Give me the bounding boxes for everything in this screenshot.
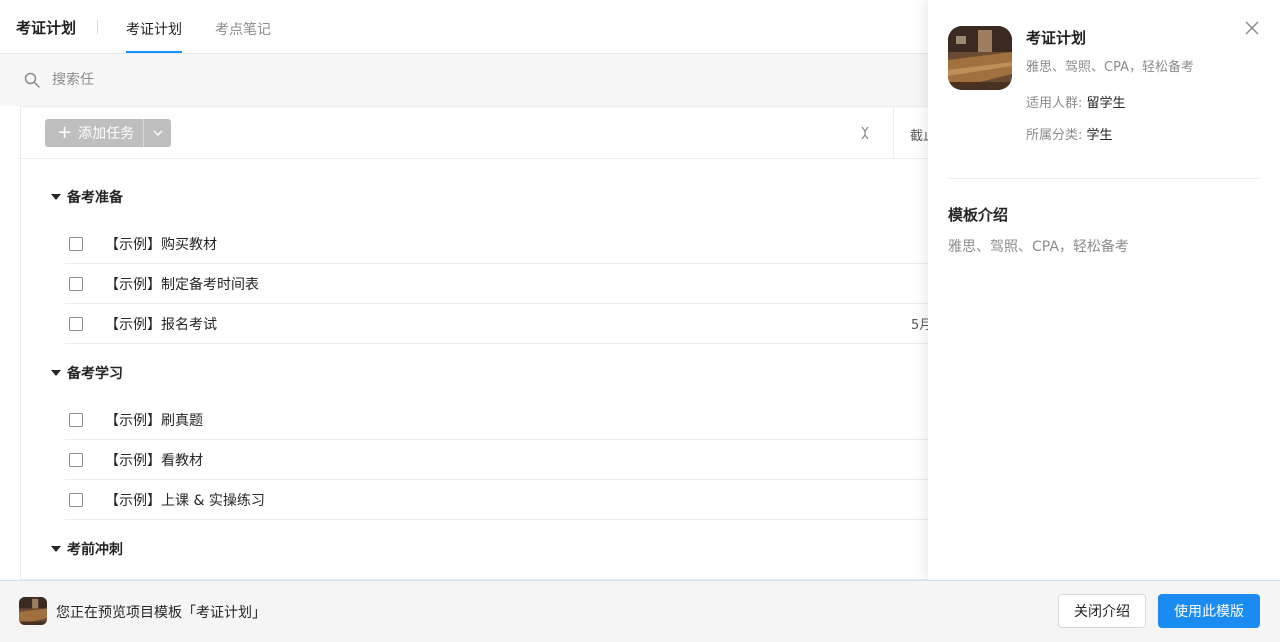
active-tab-indicator	[126, 51, 182, 53]
caret-down-icon	[51, 370, 61, 376]
search-icon	[24, 72, 40, 88]
group-name: 备考准备	[67, 190, 123, 206]
category-value: 学生	[1086, 128, 1113, 143]
task-toolbar: + 添加任务 截止	[21, 107, 928, 159]
group-header[interactable]: 考前冲刺	[51, 539, 123, 559]
task-checkbox[interactable]	[69, 452, 83, 467]
preview-notice: 您正在预览项目模板「考证计划」	[56, 605, 266, 621]
group-header[interactable]: 备考准备	[51, 187, 123, 207]
panel-divider	[948, 178, 1260, 179]
task-row[interactable]: 【示例】刷真题	[65, 400, 928, 440]
header-divider	[97, 20, 98, 34]
template-thumbnail	[948, 26, 1012, 90]
close-icon[interactable]	[1244, 20, 1260, 36]
audience-label: 适用人群:	[1026, 96, 1087, 111]
app-window: 考证计划 考证计划 考点笔记 + 添加任务	[0, 0, 1280, 642]
search-input[interactable]	[52, 70, 452, 90]
close-intro-button[interactable]: 关闭介绍	[1058, 594, 1146, 628]
preview-footer: 您正在预览项目模板「考证计划」 关闭介绍 使用此模版	[0, 580, 1280, 642]
template-title: 考证计划	[1026, 29, 1087, 47]
task-list-card: + 添加任务 截止 备考准备	[20, 106, 928, 580]
task-title: 【示例】刷真题	[105, 412, 203, 429]
task-row[interactable]: 【示例】报名考试 5月	[65, 304, 928, 344]
use-template-button[interactable]: 使用此模版	[1158, 594, 1260, 628]
group-name: 考前冲刺	[67, 542, 123, 558]
tab-notes[interactable]: 考点笔记	[215, 19, 271, 39]
task-title: 【示例】上课 & 实操练习	[105, 492, 265, 509]
template-category: 所属分类: 学生	[1026, 124, 1113, 143]
task-checkbox[interactable]	[69, 316, 83, 331]
template-thumbnail-small	[19, 597, 47, 625]
task-checkbox[interactable]	[69, 492, 83, 507]
task-row[interactable]: 【示例】看教材	[65, 440, 928, 480]
search-bar	[0, 54, 928, 106]
task-row[interactable]: 【示例】制定备考时间表	[65, 264, 928, 304]
audience-value: 留学生	[1086, 96, 1126, 111]
task-checkbox[interactable]	[69, 236, 83, 251]
tab-plan[interactable]: 考证计划	[126, 19, 182, 39]
chevron-down-icon	[153, 130, 162, 136]
task-row[interactable]: 【示例】购买教材	[65, 224, 928, 264]
task-row[interactable]: 【示例】上课 & 实操练习	[65, 480, 928, 520]
intro-text: 雅思、驾照、CPA，轻松备考	[948, 239, 1129, 255]
column-divider	[893, 107, 894, 159]
plus-icon: +	[57, 122, 73, 143]
task-title: 【示例】购买教材	[105, 236, 217, 253]
task-deadline: 5月	[911, 318, 928, 333]
caret-down-icon	[51, 546, 61, 552]
template-audience: 适用人群: 留学生	[1026, 92, 1126, 111]
category-label: 所属分类:	[1026, 128, 1087, 143]
task-title: 【示例】制定备考时间表	[105, 276, 259, 293]
task-title: 【示例】报名考试	[105, 316, 217, 333]
template-info-panel: 考证计划 雅思、驾照、CPA，轻松备考 适用人群: 留学生 所属分类: 学生 模…	[928, 0, 1280, 580]
caret-down-icon	[51, 194, 61, 200]
group-header[interactable]: 备考学习	[51, 363, 123, 383]
app-title: 考证计划	[16, 19, 77, 37]
task-checkbox[interactable]	[69, 276, 83, 291]
add-task-dropdown[interactable]	[144, 119, 171, 147]
add-task-button[interactable]: + 添加任务	[45, 119, 171, 147]
deadline-column-header[interactable]: 截止	[910, 125, 928, 144]
add-task-main[interactable]: + 添加任务	[45, 119, 143, 147]
template-subtitle: 雅思、驾照、CPA，轻松备考	[1026, 60, 1194, 75]
intro-heading: 模板介绍	[948, 206, 1009, 224]
add-task-label: 添加任务	[78, 126, 135, 142]
task-title: 【示例】看教材	[105, 452, 203, 469]
header: 考证计划 考证计划 考点笔记	[0, 0, 928, 54]
task-checkbox[interactable]	[69, 412, 83, 427]
collapse-all-icon[interactable]	[859, 125, 871, 141]
group-name: 备考学习	[67, 366, 123, 382]
